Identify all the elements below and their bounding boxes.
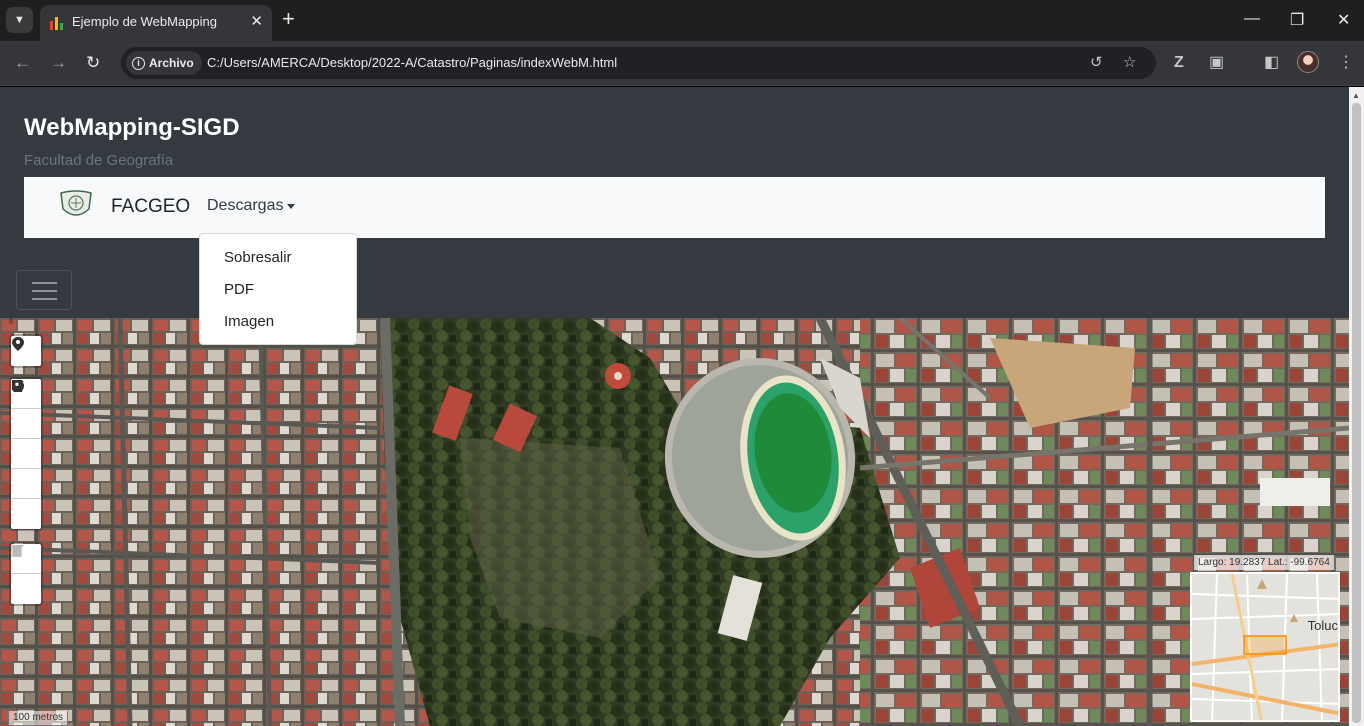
web-page: WebMapping-SIGD Facultad de Geografía FA… xyxy=(0,87,1349,726)
favicon-icon xyxy=(50,17,63,30)
descargas-dropdown-menu: Sobresalir PDF Imagen xyxy=(199,233,357,345)
descargas-dropdown-toggle[interactable]: Descargas xyxy=(207,197,296,215)
info-icon: i xyxy=(132,56,145,70)
edit-toolbar xyxy=(11,544,41,604)
tab-close-icon[interactable]: ✕ xyxy=(250,12,263,30)
marker-icon[interactable] xyxy=(11,336,41,366)
page-title: WebMapping-SIGD xyxy=(24,114,240,141)
security-chip-label: Archivo xyxy=(149,56,194,70)
dropdown-item-imagen[interactable]: Imagen xyxy=(200,310,356,342)
restore-icon[interactable]: ❐ xyxy=(1290,10,1304,30)
facgeo-logo[interactable] xyxy=(58,189,94,221)
page-subtitle: Facultad de Geografía xyxy=(24,152,174,169)
tab-strip: ▼ Ejemplo de WebMapping ✕ + — ❐ ✕ xyxy=(0,0,1364,41)
dropdown-label: Descargas xyxy=(207,197,284,214)
navbar-brand[interactable]: FACGEO xyxy=(111,196,190,218)
extensions-puzzle-icon[interactable]: ▣ xyxy=(1209,53,1224,73)
profile-avatar[interactable] xyxy=(1297,51,1319,73)
marker-toolbar xyxy=(11,336,41,366)
dropdown-item-sobresalir[interactable]: Sobresalir xyxy=(200,246,356,278)
bookmark-star-icon[interactable]: ☆ xyxy=(1123,53,1136,71)
tab-search-button[interactable]: ▼ xyxy=(6,7,33,33)
scroll-up-icon[interactable]: ▲ xyxy=(1352,91,1360,100)
circle-marker-icon[interactable] xyxy=(11,380,41,529)
browser-tab[interactable]: Ejemplo de WebMapping ✕ xyxy=(40,5,272,41)
map-scale-bar: 100 metros xyxy=(8,711,69,726)
dropdown-item-pdf[interactable]: PDF xyxy=(200,278,356,310)
browser-toolbar: ← → ↻ i Archivo C:/Users/AMERCA/Desktop/… xyxy=(0,41,1364,86)
polygon-icon[interactable] xyxy=(11,380,41,439)
draw-toolbar xyxy=(11,379,41,529)
new-tab-button[interactable]: + xyxy=(282,8,295,30)
site-info-chip[interactable]: i Archivo xyxy=(126,51,202,75)
side-panel-icon[interactable]: ◧ xyxy=(1264,53,1279,73)
circle-icon[interactable] xyxy=(11,380,41,499)
translate-icon[interactable]: ↺ xyxy=(1090,53,1103,71)
caret-down-icon xyxy=(287,203,296,209)
mouse-coordinates: Largo: 19.2837 Lat.: -99.6764 xyxy=(1194,555,1334,570)
forward-icon[interactable]: → xyxy=(50,53,67,73)
z-extension-icon[interactable]: Z xyxy=(1174,53,1184,73)
address-bar[interactable]: i Archivo C:/Users/AMERCA/Desktop/2022-A… xyxy=(121,47,1156,79)
rectangle-icon[interactable] xyxy=(11,380,41,469)
reload-icon[interactable]: ↻ xyxy=(86,53,100,73)
hamburger-toggle-button[interactable] xyxy=(16,270,72,310)
scroll-thumb[interactable] xyxy=(1352,103,1361,723)
minimap-city-label: Toluc xyxy=(1307,618,1338,633)
tab-title: Ejemplo de WebMapping xyxy=(72,14,218,29)
back-icon[interactable]: ← xyxy=(14,53,31,73)
overview-minimap[interactable]: Toluc xyxy=(1190,572,1340,722)
minimap-street-map xyxy=(1192,574,1338,720)
minimize-icon[interactable]: — xyxy=(1244,10,1260,28)
satellite-imagery xyxy=(0,318,1349,726)
navbar: FACGEO Descargas xyxy=(24,177,1325,238)
url-text[interactable]: C:/Users/AMERCA/Desktop/2022-A/Catastro/… xyxy=(207,55,617,70)
delete-icon[interactable] xyxy=(11,545,41,604)
menu-kebab-icon[interactable]: ⋮ xyxy=(1338,53,1354,73)
close-window-icon[interactable]: ✕ xyxy=(1337,10,1350,30)
satellite-map[interactable] xyxy=(0,318,1349,726)
page-scrollbar[interactable]: ▲ xyxy=(1349,87,1364,726)
